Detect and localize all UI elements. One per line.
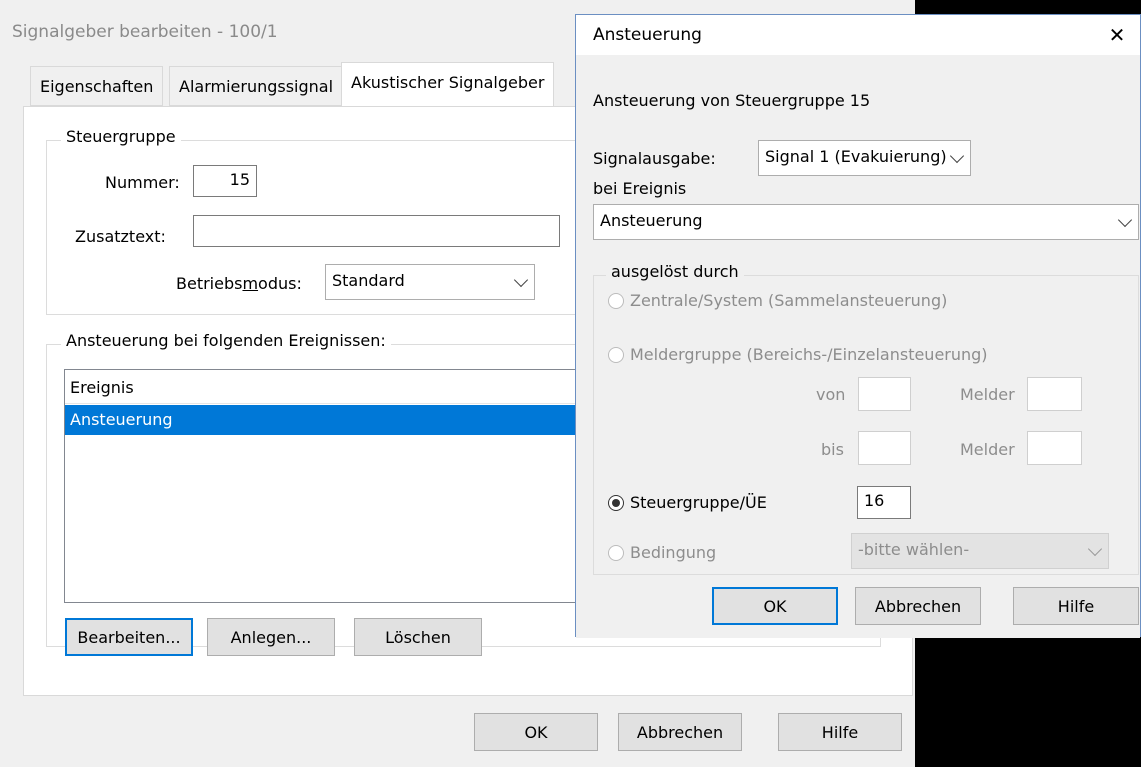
dialog-title: Ansteuerung bbox=[593, 25, 702, 45]
events-list[interactable]: Ereignis Ansteuerung bbox=[64, 369, 592, 603]
melder-bis-input[interactable] bbox=[1027, 431, 1082, 465]
close-icon: ✕ bbox=[1108, 23, 1126, 47]
events-legend: Ansteuerung bei folgenden Ereignissen: bbox=[61, 331, 391, 350]
radio-button bbox=[608, 292, 624, 309]
delete-button[interactable]: Löschen bbox=[354, 618, 482, 656]
von-label: von bbox=[816, 385, 846, 404]
von-input[interactable] bbox=[858, 377, 911, 411]
ereignis-select[interactable]: Ansteuerung bbox=[593, 204, 1139, 240]
chevron-down-icon bbox=[1117, 212, 1133, 228]
main-window-title: Signalgeber bearbeiten - 100/1 bbox=[12, 22, 278, 42]
melder-von-label: Melder bbox=[960, 385, 1015, 404]
nummer-input[interactable]: 15 bbox=[193, 165, 257, 197]
signalausgabe-label: Signalausgabe: bbox=[593, 149, 716, 168]
close-button[interactable]: ✕ bbox=[1094, 15, 1140, 55]
radio-steuergruppe[interactable]: Steuergruppe/ÜE bbox=[608, 493, 767, 512]
ereignis-value: Ansteuerung bbox=[600, 211, 703, 230]
chevron-down-icon bbox=[949, 148, 965, 164]
radio-meldergruppe-label: Meldergruppe (Bereichs-/Einzelansteuerun… bbox=[630, 345, 988, 364]
dialog-titlebar: Ansteuerung ✕ bbox=[576, 15, 1140, 55]
nummer-label: Nummer: bbox=[105, 173, 180, 192]
radio-bedingung[interactable]: Bedingung bbox=[608, 543, 716, 562]
betriebsmodus-label: Betriebsmodus: bbox=[176, 274, 302, 293]
bei-ereignis-label: bei Ereignis bbox=[593, 179, 687, 198]
signalausgabe-value: Signal 1 (Evakuierung) bbox=[765, 147, 947, 166]
melder-von-input[interactable] bbox=[1027, 377, 1082, 411]
radio-zentrale[interactable]: Zentrale/System (Sammelansteuerung) bbox=[608, 291, 947, 310]
help-button[interactable]: Hilfe bbox=[778, 713, 902, 751]
edit-button[interactable]: Bearbeiten... bbox=[65, 618, 193, 656]
cancel-button[interactable]: Abbrechen bbox=[618, 713, 742, 751]
betriebsmodus-select[interactable]: Standard bbox=[325, 264, 535, 300]
bedingung-value: -bitte wählen- bbox=[858, 540, 970, 559]
radio-button bbox=[608, 544, 624, 561]
chevron-down-icon bbox=[1087, 541, 1103, 557]
bedingung-select[interactable]: -bitte wählen- bbox=[851, 533, 1109, 569]
radio-zentrale-label: Zentrale/System (Sammelansteuerung) bbox=[630, 291, 948, 310]
dialog-ok-button[interactable]: OK bbox=[712, 587, 838, 625]
zusatztext-input[interactable] bbox=[193, 215, 560, 247]
radio-button-selected bbox=[608, 494, 624, 511]
ausgeloest-legend: ausgelöst durch bbox=[606, 262, 744, 281]
column-header-ereignis[interactable]: Ereignis bbox=[65, 370, 591, 404]
list-item[interactable]: Ansteuerung bbox=[65, 405, 591, 435]
zusatztext-label: Zusatztext: bbox=[75, 227, 166, 246]
dialog-help-button[interactable]: Hilfe bbox=[1013, 587, 1139, 625]
ausgeloest-group bbox=[593, 275, 1139, 575]
steuergruppe-legend: Steuergruppe bbox=[61, 127, 181, 146]
radio-meldergruppe[interactable]: Meldergruppe (Bereichs-/Einzelansteuerun… bbox=[608, 345, 988, 364]
radio-bedingung-label: Bedingung bbox=[630, 543, 717, 562]
bis-input[interactable] bbox=[858, 431, 911, 465]
tab-akustischer-signalgeber[interactable]: Akustischer Signalgeber bbox=[341, 62, 555, 107]
tab-alarmierungssignal[interactable]: Alarmierungssignal bbox=[169, 66, 344, 106]
dialog-heading: Ansteuerung von Steuergruppe 15 bbox=[593, 91, 871, 110]
ansteuerung-dialog: Ansteuerung ✕ Ansteuerung von Steuergrup… bbox=[575, 14, 1141, 638]
ok-button[interactable]: OK bbox=[474, 713, 598, 751]
betriebsmodus-value: Standard bbox=[332, 271, 405, 290]
dialog-body: Ansteuerung von Steuergruppe 15 Signalau… bbox=[576, 55, 1140, 638]
radio-steuergruppe-label: Steuergruppe/ÜE bbox=[630, 493, 767, 512]
steuergruppe-input[interactable]: 16 bbox=[857, 486, 911, 519]
chevron-down-icon bbox=[513, 272, 529, 288]
tab-eigenschaften[interactable]: Eigenschaften bbox=[30, 66, 164, 106]
bis-label: bis bbox=[821, 440, 844, 459]
radio-button bbox=[608, 346, 624, 363]
dialog-cancel-button[interactable]: Abbrechen bbox=[855, 587, 981, 625]
signalausgabe-select[interactable]: Signal 1 (Evakuierung) bbox=[758, 140, 971, 176]
create-button[interactable]: Anlegen... bbox=[207, 618, 335, 656]
melder-bis-label: Melder bbox=[960, 440, 1015, 459]
